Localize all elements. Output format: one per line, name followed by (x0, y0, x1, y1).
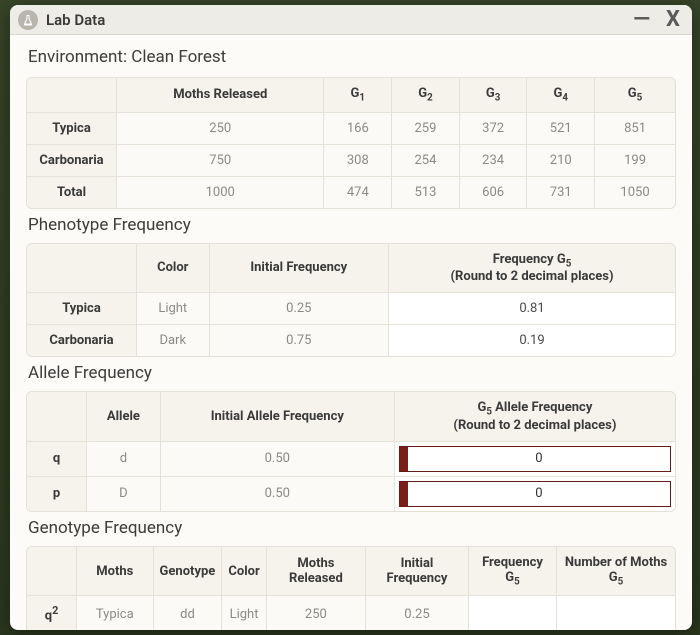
cell: 731 (527, 177, 595, 208)
header-moths: Moths (77, 547, 154, 597)
header-color: Color (222, 547, 266, 597)
cell: 0.50 (161, 477, 395, 511)
genotype-heading: Genotype Frequency (28, 518, 676, 538)
cell: Typica (77, 596, 154, 630)
cell: 1000 (117, 177, 324, 208)
table-row: q d 0.50 0 (27, 442, 675, 477)
window-content: Environment: Clean Forest Moths Released… (10, 35, 692, 630)
header-g4: G4 (527, 78, 595, 113)
geno-q2-num-input[interactable] (557, 596, 675, 630)
cell: 606 (460, 177, 528, 208)
header-initial: Initial Allele Frequency (161, 392, 395, 442)
window-titlebar: Lab Data — X (10, 5, 692, 35)
cell: Light (222, 596, 266, 630)
header-blank (27, 244, 137, 294)
table-row: p D 0.50 0 (27, 477, 675, 511)
header-blank (27, 78, 117, 113)
header-freq-g5: Frequency G5 (469, 547, 557, 597)
header-g5: G5 Allele Frequency (Round to 2 decimal … (395, 392, 675, 442)
cell: 0.25 (210, 293, 390, 325)
table-header-row: Moths Released G1 G2 G3 G4 G5 (27, 78, 675, 113)
header-blank (27, 547, 77, 597)
table-row: Typica 250 166 259 372 521 851 (27, 113, 675, 145)
cell: 308 (324, 145, 392, 177)
header-g1: G1 (324, 78, 392, 113)
minimize-button[interactable]: — (629, 9, 654, 31)
row-label-q2: q2 (27, 596, 77, 630)
header-released: Moths Released (267, 547, 366, 597)
table-row: Carbonaria 750 308 254 234 210 199 (27, 145, 675, 177)
cell: 250 (117, 113, 324, 145)
header-color: Color (137, 244, 210, 294)
cell: 1050 (595, 177, 675, 208)
table-row: q2 Typica dd Light 250 0.25 (27, 596, 675, 630)
row-label: Total (27, 177, 117, 208)
row-label: Typica (27, 113, 117, 145)
header-g2: G2 (392, 78, 460, 113)
close-button[interactable]: X (662, 9, 684, 31)
table-row: Typica Light 0.25 0.81 (27, 293, 675, 325)
header-initial: Initial Frequency (366, 547, 469, 597)
allele-heading: Allele Frequency (28, 363, 676, 383)
window-title: Lab Data (46, 11, 105, 29)
row-label-p: p (27, 477, 87, 511)
cell: 199 (595, 145, 675, 177)
geno-q2-freq-input[interactable] (469, 596, 557, 630)
cell: 259 (392, 113, 460, 145)
row-label: Typica (27, 293, 137, 325)
phenotype-heading: Phenotype Frequency (28, 215, 676, 235)
header-initial: Initial Frequency (210, 244, 390, 294)
cell: 0.25 (366, 596, 469, 630)
header-released: Moths Released (117, 78, 324, 113)
table-header-row: Allele Initial Allele Frequency G5 Allel… (27, 392, 675, 442)
header-g5: G5 (595, 78, 675, 113)
cell: dd (154, 596, 223, 630)
cell: 474 (324, 177, 392, 208)
table-header-row: Moths Genotype Color Moths Released Init… (27, 547, 675, 597)
allele-q-input-cell[interactable]: 0 (395, 442, 675, 477)
cell: 250 (267, 596, 366, 630)
flask-icon (18, 10, 38, 30)
cell: 750 (117, 145, 324, 177)
cell: d (87, 442, 161, 477)
cell: Dark (137, 325, 210, 356)
cell: 521 (527, 113, 595, 145)
cell: 0.75 (210, 325, 390, 356)
cell: 851 (595, 113, 675, 145)
cell: 254 (392, 145, 460, 177)
cell: 0.81 (389, 293, 675, 325)
header-g3: G3 (460, 78, 528, 113)
allele-table: Allele Initial Allele Frequency G5 Allel… (26, 391, 676, 512)
phenotype-table: Color Initial Frequency Frequency G5 (Ro… (26, 243, 676, 358)
cell: D (87, 477, 161, 511)
allele-p-input-cell[interactable]: 0 (395, 477, 675, 511)
header-allele: Allele (87, 392, 161, 442)
cell: 513 (392, 177, 460, 208)
cell: 210 (527, 145, 595, 177)
environment-title: Environment: Clean Forest (28, 47, 676, 67)
cell: Light (137, 293, 210, 325)
genotype-table: Moths Genotype Color Moths Released Init… (26, 546, 676, 630)
cell: 234 (460, 145, 528, 177)
row-label: Carbonaria (27, 145, 117, 177)
lab-data-window: Lab Data — X Environment: Clean Forest M… (10, 5, 692, 630)
table-row: Carbonaria Dark 0.75 0.19 (27, 325, 675, 356)
table-header-row: Color Initial Frequency Frequency G5 (Ro… (27, 244, 675, 294)
cell: 0.19 (389, 325, 675, 356)
header-blank (27, 392, 87, 442)
cell: 166 (324, 113, 392, 145)
environment-table: Moths Released G1 G2 G3 G4 G5 Typica 250… (26, 77, 676, 209)
header-g5: Frequency G5 (Round to 2 decimal places) (389, 244, 675, 294)
header-genotype: Genotype (154, 547, 223, 597)
row-label: Carbonaria (27, 325, 137, 356)
header-num-g5: Number of Moths G5 (557, 547, 675, 597)
cell: 372 (460, 113, 528, 145)
cell: 0.50 (161, 442, 395, 477)
row-label-q: q (27, 442, 87, 477)
table-row: Total 1000 474 513 606 731 1050 (27, 177, 675, 208)
